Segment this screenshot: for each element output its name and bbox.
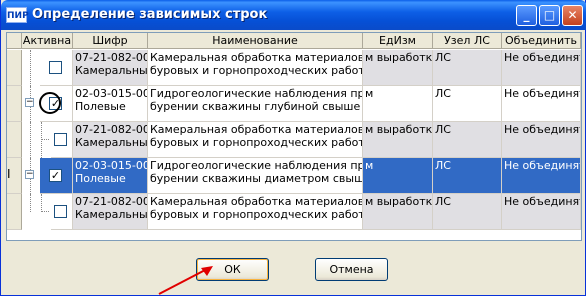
edizm-cell: м — [363, 86, 433, 122]
shifr-cell: 07-21-082-002 Камеральные — [73, 122, 148, 158]
header-naimenovanie[interactable]: Наименование — [148, 33, 363, 49]
shifr-cell: 02-03-015-002 Полевые — [73, 86, 148, 122]
minimize-button[interactable]: _ — [516, 5, 537, 26]
shifr-cell: 02-03-015-001 Полевые — [73, 158, 148, 194]
title-bar[interactable]: ПИР Определение зависимых строк _ □ ✕ — [1, 0, 586, 30]
table-row[interactable]: 07-21-082-001 Камеральные Камеральная об… — [7, 50, 581, 86]
tree-lines: − — [22, 158, 40, 194]
row-indicator — [7, 86, 22, 122]
naimenovanie-cell: Камеральная обработка материалов буровых… — [148, 194, 363, 230]
app-icon: ПИР — [6, 7, 29, 23]
obedinit-cell: Не объединять — [502, 194, 581, 230]
cancel-button[interactable]: Отмена — [315, 258, 388, 281]
row-indicator — [7, 50, 22, 86]
naimenovanie-cell: Камеральная обработка материалов буровых… — [148, 122, 363, 158]
close-button[interactable]: ✕ — [562, 5, 583, 26]
tree-lines: − — [22, 86, 40, 122]
active-checkbox[interactable]: ✓ — [49, 169, 62, 182]
uzel-ls-cell: ЛС — [433, 122, 502, 158]
annotation-arrow-icon — [158, 266, 213, 295]
naimenovanie-cell[interactable]: Гидрогеологические наблюдения при бурени… — [148, 158, 363, 194]
naimenovanie-cell: Камеральная обработка материалов буровых… — [148, 50, 363, 86]
header-aktivna[interactable]: Активна — [22, 33, 73, 49]
shifr-cell: 07-21-082-001 Камеральные — [73, 50, 148, 86]
uzel-ls-cell: ЛС — [433, 194, 502, 230]
row-indicator — [7, 194, 22, 230]
header-indicator-cell — [7, 33, 22, 49]
tree-lines — [37, 194, 51, 230]
annotation-circle — [39, 92, 61, 114]
shifr-cell: 07-21-082-002 Камеральные — [73, 194, 148, 230]
maximize-button[interactable]: □ — [539, 5, 560, 26]
obedinit-cell: Не объединять — [502, 158, 581, 194]
header-uzel-ls[interactable]: Узел ЛС — [433, 33, 502, 49]
obedinit-cell: Не объединять — [502, 86, 581, 122]
naimenovanie-cell: Гидрогеологические наблюдения при бурени… — [148, 86, 363, 122]
uzel-ls-cell: ЛС — [433, 158, 502, 194]
window-title: Определение зависимых строк — [32, 7, 268, 22]
table-row[interactable]: 07-21-082-002 Камеральные Камеральная об… — [7, 194, 581, 230]
collapse-icon[interactable]: − — [25, 170, 34, 179]
aktivna-cell — [40, 50, 73, 86]
header-edizm[interactable]: ЕдИзм — [363, 33, 433, 49]
uzel-ls-cell: ЛС — [433, 50, 502, 86]
active-checkbox[interactable] — [54, 133, 67, 146]
table-row-selected[interactable]: − ✓ 02-03-015-001 Полевые Гидрогеологиче… — [7, 158, 581, 194]
obedinit-cell: Не объединять — [502, 50, 581, 86]
text-cursor-icon: I — [7, 167, 11, 181]
aktivna-cell — [51, 194, 73, 230]
active-checkbox[interactable] — [49, 61, 62, 74]
row-indicator — [7, 122, 22, 158]
edizm-cell: м выработки — [363, 50, 433, 86]
active-checkbox[interactable] — [54, 205, 67, 218]
dialog-window: ПИР Определение зависимых строк _ □ ✕ Ак… — [0, 0, 586, 296]
header-shifr[interactable]: Шифр — [73, 33, 148, 49]
collapse-icon[interactable]: − — [25, 98, 34, 107]
table-row[interactable]: − ✓ 02-03-015-002 Полевые Гидрогеологиче… — [7, 86, 581, 122]
aktivna-cell: ✓ — [40, 158, 73, 194]
obedinit-cell: Не объединять — [502, 122, 581, 158]
uzel-ls-cell: ЛС — [433, 86, 502, 122]
dependent-rows-grid[interactable]: Активна Шифр Наименование ЕдИзм Узел ЛС … — [6, 32, 582, 241]
edizm-cell: м — [363, 158, 433, 194]
table-row[interactable]: 07-21-082-002 Камеральные Камеральная об… — [7, 122, 581, 158]
tree-lines — [37, 122, 51, 158]
header-obedinit[interactable]: Объединить — [502, 33, 581, 49]
edizm-cell: м выработки — [363, 122, 433, 158]
aktivna-cell — [51, 122, 73, 158]
edizm-cell: м выработки — [363, 194, 433, 230]
